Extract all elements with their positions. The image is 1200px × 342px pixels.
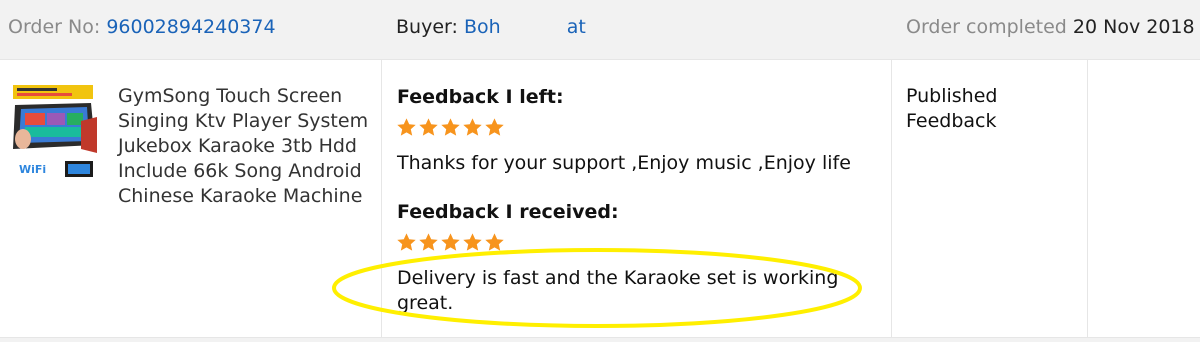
- star-icon: [463, 233, 482, 251]
- product-thumbnail[interactable]: WiFi: [7, 83, 97, 181]
- star-icon: [441, 118, 460, 136]
- column-divider: [1087, 60, 1088, 338]
- order-status-group: Order completed 20 Nov 2018: [906, 15, 1195, 39]
- feedback-left-text: Thanks for your support ,Enjoy music ,En…: [397, 152, 851, 174]
- product-title-link[interactable]: GymSong Touch Screen Singing Ktv Player …: [118, 84, 373, 209]
- order-number-group: Order No: 96002894240374: [8, 15, 276, 39]
- buyer-name-link[interactable]: Boh: [464, 16, 501, 38]
- star-icon: [397, 118, 416, 136]
- order-number-link[interactable]: 96002894240374: [106, 16, 275, 38]
- feedback-left-heading: Feedback I left:: [397, 86, 564, 108]
- feedback-left-stars: [396, 117, 505, 139]
- star-icon: [397, 233, 416, 251]
- buyer-name-link-rest[interactable]: at: [567, 16, 586, 38]
- feedback-received-heading: Feedback I received:: [397, 201, 619, 223]
- order-number-label: Order No:: [8, 16, 101, 38]
- order-header: Order No: 96002894240374 Buyer: Boh at O…: [0, 0, 1200, 60]
- star-icon: [485, 233, 504, 251]
- order-completed-date: 20 Nov 2018: [1072, 16, 1195, 38]
- feedback-received-text: Delivery is fast and the Karaoke set is …: [397, 267, 839, 314]
- order-status-label: Order completed: [906, 16, 1067, 38]
- row-bottom-border: [0, 338, 1200, 342]
- buyer-group: Buyer: Boh at: [396, 15, 586, 39]
- star-icon: [419, 233, 438, 251]
- feedback-status: Published Feedback: [906, 85, 998, 132]
- star-icon: [485, 118, 504, 136]
- star-icon: [463, 118, 482, 136]
- buyer-label: Buyer:: [396, 16, 458, 38]
- column-divider: [381, 60, 382, 338]
- wifi-badge-text: WiFi: [19, 163, 46, 176]
- column-divider: [891, 60, 892, 338]
- feedback-received-stars: [396, 232, 505, 254]
- star-icon: [441, 233, 460, 251]
- star-icon: [419, 118, 438, 136]
